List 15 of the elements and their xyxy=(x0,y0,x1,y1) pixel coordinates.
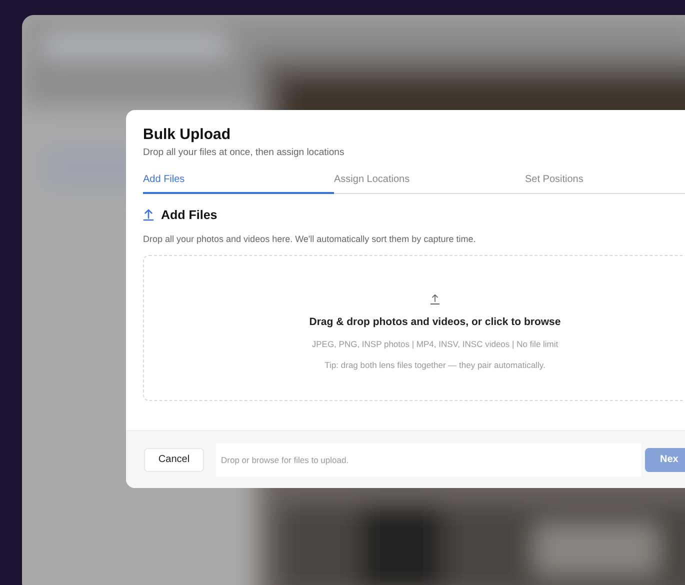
upload-icon xyxy=(430,293,440,305)
cancel-button[interactable]: Cancel xyxy=(144,448,204,472)
dialog-title: Bulk Upload xyxy=(143,126,232,143)
section-description: Drop all your photos and videos here. We'll automatically sort them by capture time. xyxy=(143,234,477,244)
drop-zone-title: Drag & drop photos and videos, or click to browse xyxy=(309,316,561,328)
section-title: Add Files xyxy=(161,208,218,222)
dialog-subtitle: Drop all your files at once, then assign locations xyxy=(143,147,346,158)
supported-formats: JPEG, PNG, INSP photos | MP4, INSV, INSC videos | No file limit xyxy=(312,339,558,349)
tip-text: Tip: drag both lens files together — they pair automatically. xyxy=(324,360,546,370)
tab[interactable]: Assign Locations xyxy=(334,174,525,194)
upload-icon xyxy=(143,208,154,221)
tab[interactable]: Add Files xyxy=(143,174,334,194)
drop-zone[interactable]: Drag & drop photos and videos, or click to browse JPEG, PNG, INSP photos | MP4, INSV, INSC videos | No file limit Tip: drag both lens files together — they pair automatically. xyxy=(143,254,685,400)
tab[interactable]: Set Positions xyxy=(525,174,685,194)
status-text: Drop or browse for files to upload. xyxy=(221,454,349,464)
